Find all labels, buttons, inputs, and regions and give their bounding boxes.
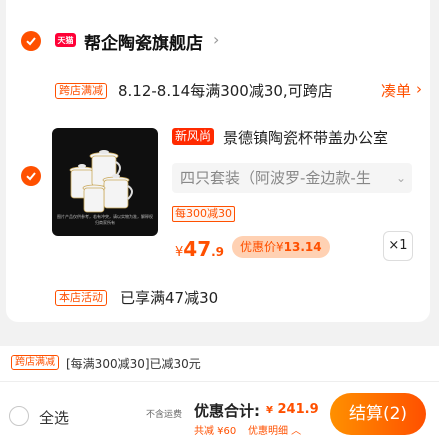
tmall-badge: 天猫 <box>55 33 76 47</box>
quantity-stepper[interactable]: ×1 <box>383 231 413 261</box>
savings-text: 共减 ¥60 <box>194 426 237 437</box>
promo-tag: 跨店满减 <box>55 83 107 99</box>
product-select-checkbox[interactable] <box>21 166 41 186</box>
product-image[interactable]: 图片产品仅供参考，若有冲突，请以实物为准，解释权归商家所有 <box>52 128 158 236</box>
sku-selector[interactable]: 四只套装（阿波罗-金边款-生 ⌄ <box>172 163 412 193</box>
chevron-down-icon: ⌄ <box>391 163 406 193</box>
checkmark-icon <box>26 172 36 181</box>
product-title[interactable]: 景德镇陶瓷杯带盖办公室 <box>223 127 388 148</box>
discount-badge: 每300减30 <box>172 206 235 222</box>
total-label: 优惠合计: <box>194 402 260 420</box>
coudan-link[interactable]: 凑单 <box>381 80 411 101</box>
image-caption: 图片产品仅供参考，若有冲突，请以实物为准，解释权归商家所有 <box>57 214 153 225</box>
checkmark-icon <box>26 37 36 46</box>
new-badge: 新风尚 <box>172 128 215 145</box>
store-activity-text: 已享满47减30 <box>120 289 219 307</box>
total-amount: ¥ 241.9 <box>266 402 319 417</box>
discount-detail-link[interactable]: 优惠明细 ︿ <box>248 422 301 437</box>
checkout-button[interactable]: 结算(2) <box>330 393 426 435</box>
sku-text: 四只套装（阿波罗-金边款-生 <box>180 169 371 187</box>
chevron-right-icon[interactable]: › <box>213 30 219 49</box>
shop-select-checkbox[interactable] <box>21 31 41 51</box>
store-activity-tag: 本店活动 <box>55 290 107 306</box>
chevron-right-icon[interactable]: › <box>416 80 422 98</box>
select-all-checkbox[interactable] <box>9 406 29 426</box>
divider <box>0 381 439 382</box>
product-price: ¥47.9 <box>175 237 225 261</box>
coupon-price-badge: 优惠价¥13.14 <box>232 236 330 258</box>
shop-name[interactable]: 帮企陶瓷旗舰店 <box>84 29 203 54</box>
promo-strip-text: [每满300减30]已减30元 <box>66 357 201 371</box>
select-all-label[interactable]: 全选 <box>39 407 69 428</box>
promo-strip-tag: 跨店满减 <box>11 355 59 370</box>
promo-text: 8.12-8.14每满300减30,可跨店 <box>118 82 333 100</box>
no-shipping-label: 不含运费 <box>146 410 183 420</box>
